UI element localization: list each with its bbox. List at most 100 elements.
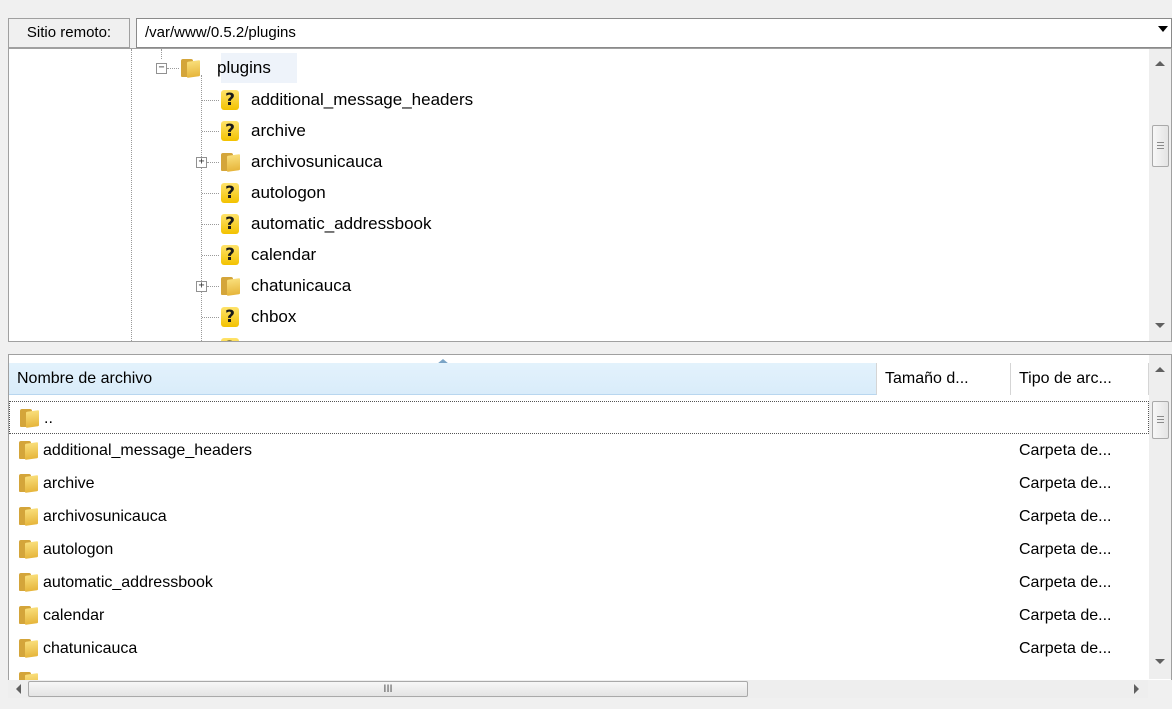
remote-site-label: Sitio remoto: bbox=[8, 18, 130, 48]
tree-item-label: chbox bbox=[251, 307, 297, 326]
remote-file-list: Nombre de archivo Tamaño d... Tipo de ar… bbox=[8, 354, 1172, 690]
file-name: archivosunicauca bbox=[43, 508, 167, 525]
file-list-header: Nombre de archivo Tamaño d... Tipo de ar… bbox=[9, 355, 1149, 401]
tree-item[interactable]: + chatunicauca bbox=[196, 271, 621, 301]
tree-connector bbox=[202, 224, 219, 225]
file-name: chatunicauca bbox=[43, 640, 138, 657]
expand-icon[interactable]: + bbox=[196, 281, 207, 292]
tree-item[interactable]: + archivosunicauca bbox=[196, 147, 621, 177]
tree-guide-line bbox=[201, 75, 202, 341]
tree-connector bbox=[202, 193, 219, 194]
file-name: automatic_addressbook bbox=[43, 574, 213, 591]
tree-item[interactable]: ? autologon bbox=[202, 178, 621, 208]
file-type: Carpeta de... bbox=[1019, 442, 1112, 459]
tree-item-label: additional_message_headers bbox=[251, 90, 474, 109]
scrollbar-grip: III bbox=[383, 683, 393, 695]
tree-scrollbar-thumb[interactable] bbox=[1152, 125, 1169, 167]
file-type: Carpeta de... bbox=[1019, 541, 1112, 558]
unknown-type-icon: ? bbox=[221, 121, 239, 141]
tree-item[interactable]: ? chbox bbox=[202, 302, 621, 332]
tree-item[interactable]: ? additional_message_headers bbox=[202, 85, 621, 115]
tree-item-label: chatunicauca bbox=[251, 276, 352, 295]
tree-item-plugins[interactable]: − plugins bbox=[156, 53, 381, 83]
tree-connector bbox=[202, 100, 219, 101]
tree-vertical-scrollbar[interactable] bbox=[1149, 49, 1171, 341]
tree-item-label: calendar bbox=[251, 245, 317, 264]
file-row[interactable]: automatic_addressbook Carpeta de... bbox=[9, 566, 1149, 599]
file-row[interactable]: additional_message_headers Carpeta de... bbox=[9, 434, 1149, 467]
file-type: Carpeta de... bbox=[1019, 607, 1112, 624]
scroll-down-arrow-icon[interactable] bbox=[1155, 323, 1165, 328]
file-type: Carpeta de... bbox=[1019, 475, 1112, 492]
scroll-left-arrow-icon[interactable] bbox=[16, 684, 21, 694]
tree-item-label: archivosunicauca bbox=[251, 152, 383, 171]
remote-site-bar: Sitio remoto: /var/www/0.5.2/plugins bbox=[8, 18, 1172, 48]
file-name: autologon bbox=[43, 541, 114, 558]
file-name: calendar bbox=[43, 607, 105, 624]
scroll-up-arrow-icon[interactable] bbox=[1155, 61, 1165, 66]
file-name: additional_message_headers bbox=[43, 442, 253, 459]
folder-icon bbox=[221, 153, 241, 172]
scrollbar-corner bbox=[1148, 680, 1172, 698]
folder-icon bbox=[19, 474, 39, 493]
folder-icon bbox=[181, 59, 201, 78]
remote-directory-tree: − plugins ? additional_message_headers ?… bbox=[8, 48, 1172, 342]
tree-connector bbox=[202, 255, 219, 256]
file-name: .. bbox=[44, 410, 53, 427]
scroll-up-arrow-icon[interactable] bbox=[1155, 367, 1165, 372]
folder-icon bbox=[19, 606, 39, 625]
file-row[interactable]: calendar Carpeta de... bbox=[9, 599, 1149, 632]
remote-path-input[interactable]: /var/www/0.5.2/plugins bbox=[136, 18, 1172, 48]
column-header-name[interactable]: Nombre de archivo bbox=[9, 363, 877, 395]
file-row[interactable]: archive Carpeta de... bbox=[9, 467, 1149, 500]
tree-guide-line bbox=[131, 49, 132, 341]
tree-item-label: archive bbox=[251, 121, 306, 140]
file-list-scrollbar-thumb[interactable] bbox=[1152, 401, 1169, 439]
unknown-type-icon: ? bbox=[221, 214, 239, 234]
file-row[interactable]: archivosunicauca Carpeta de... bbox=[9, 500, 1149, 533]
file-name: archive bbox=[43, 475, 95, 492]
folder-icon bbox=[19, 573, 39, 592]
tree-guide-line bbox=[161, 49, 162, 59]
tree-item-label: plugins bbox=[217, 58, 271, 77]
tree-connector bbox=[202, 317, 219, 318]
file-row-partial[interactable] bbox=[9, 665, 1149, 681]
tree-item[interactable]: ? automatic_addressbook bbox=[202, 209, 621, 239]
column-header-type[interactable]: Tipo de arc... bbox=[1011, 363, 1149, 395]
folder-icon bbox=[19, 441, 39, 460]
tree-connector bbox=[207, 286, 219, 287]
file-type: Carpeta de... bbox=[1019, 574, 1112, 591]
tree-connector bbox=[167, 68, 179, 69]
file-row[interactable]: chatunicauca Carpeta de... bbox=[9, 632, 1149, 665]
tree-item-partial[interactable]: ? bbox=[221, 333, 621, 341]
folder-icon bbox=[20, 409, 40, 428]
tree-item-label: autologon bbox=[251, 183, 326, 202]
tree-item[interactable]: ? archive bbox=[202, 116, 621, 146]
horizontal-scrollbar-thumb[interactable]: III bbox=[28, 681, 748, 697]
folder-icon bbox=[221, 277, 241, 296]
file-list-vertical-scrollbar[interactable] bbox=[1149, 355, 1171, 679]
collapse-icon[interactable]: − bbox=[156, 63, 167, 74]
file-type: Carpeta de... bbox=[1019, 508, 1112, 525]
folder-icon bbox=[19, 639, 39, 658]
unknown-type-icon: ? bbox=[221, 307, 239, 327]
expand-icon[interactable]: + bbox=[196, 157, 207, 168]
path-dropdown-arrow-icon[interactable] bbox=[1158, 26, 1168, 32]
tree-connector bbox=[202, 131, 219, 132]
file-row-parent[interactable]: .. bbox=[9, 401, 1149, 434]
tree-connector bbox=[207, 162, 219, 163]
file-row[interactable]: autologon Carpeta de... bbox=[9, 533, 1149, 566]
unknown-type-icon: ? bbox=[221, 90, 239, 110]
scroll-right-arrow-icon[interactable] bbox=[1134, 684, 1139, 694]
tree-item[interactable]: ? calendar bbox=[202, 240, 621, 270]
file-list-horizontal-scrollbar[interactable]: III bbox=[8, 680, 1148, 698]
column-header-size[interactable]: Tamaño d... bbox=[877, 363, 1011, 395]
tree-item-label: automatic_addressbook bbox=[251, 214, 432, 233]
file-type: Carpeta de... bbox=[1019, 640, 1112, 657]
unknown-type-icon: ? bbox=[221, 245, 239, 265]
scroll-down-arrow-icon[interactable] bbox=[1155, 659, 1165, 664]
unknown-type-icon: ? bbox=[221, 183, 239, 203]
pane-splitter[interactable] bbox=[8, 342, 1172, 354]
folder-icon bbox=[19, 540, 39, 559]
folder-icon bbox=[19, 507, 39, 526]
